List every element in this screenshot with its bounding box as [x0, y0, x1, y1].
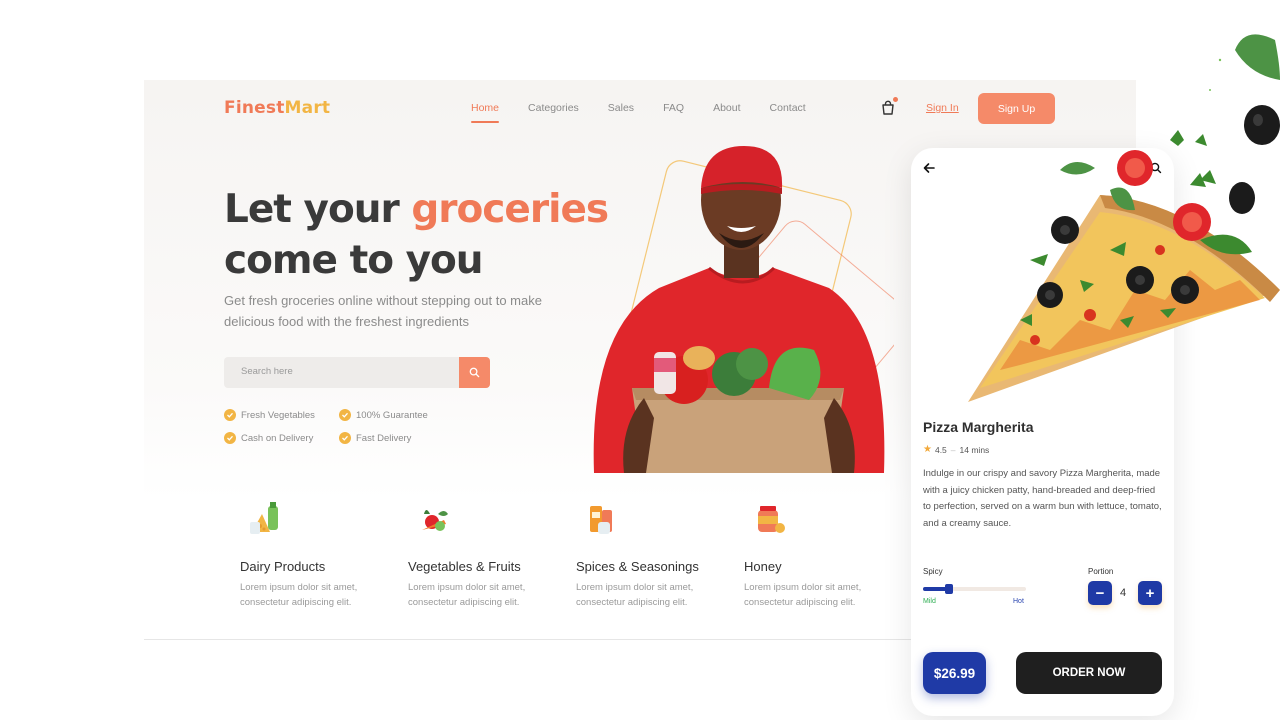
feature-fast-delivery: Fast Delivery [339, 432, 411, 444]
product-time: 14 mins [959, 444, 990, 455]
check-icon [339, 432, 351, 444]
order-now-button[interactable]: ORDER NOW [1016, 652, 1162, 694]
category-desc: Lorem ipsum dolor sit amet, consectetur … [408, 582, 526, 608]
sign-in-link[interactable]: Sign In [926, 102, 959, 114]
hero-title: Let your groceries come to you [224, 184, 609, 286]
nav-faq[interactable]: FAQ [663, 102, 684, 114]
category-title: Vegetables & Fruits [408, 559, 521, 574]
product-rating: 4.5 [934, 444, 947, 455]
category-title: Dairy Products [240, 559, 326, 574]
product-description: Indulge in our crispy and savory Pizza M… [923, 468, 1162, 529]
hero-title-part-1: Let your [224, 187, 412, 232]
back-arrow-icon[interactable] [923, 162, 935, 174]
spicy-label: Spicy [923, 567, 943, 576]
feature-label: Fast Delivery [356, 432, 412, 444]
feature-label: Fresh Vegetables [241, 409, 315, 421]
honey-icon [758, 506, 785, 533]
category-title: Spices & Seasonings [576, 559, 699, 574]
category-card-dairy[interactable]: Dairy Products Lorem ipsum dolor sit ame… [240, 500, 390, 610]
hero-subtitle: Get fresh groceries online without stepp… [224, 293, 542, 329]
star-icon: ★ [923, 444, 932, 455]
hero-title-line-2: come to you [224, 238, 484, 283]
feature-label: 100% Guarantee [356, 409, 428, 421]
category-desc: Lorem ipsum dolor sit amet, consectetur … [744, 582, 862, 608]
search-bar[interactable]: Search here [224, 357, 490, 388]
plus-icon: + [1145, 584, 1155, 602]
nav-categories[interactable]: Categories [528, 102, 579, 114]
dairy-icon [250, 502, 278, 534]
nav-about[interactable]: About [713, 102, 740, 114]
sign-up-button[interactable]: Sign Up [978, 93, 1055, 124]
vegetables-icon [422, 510, 448, 531]
feature-label: Cash on Delivery [241, 432, 314, 444]
spices-icon [590, 506, 612, 534]
hero-title-highlight: groceries [411, 187, 609, 232]
feature-fresh-vegetables: Fresh Vegetables [224, 409, 315, 421]
price-badge: $26.99 [923, 652, 986, 694]
category-desc: Lorem ipsum dolor sit amet, consectetur … [240, 582, 358, 608]
product-meta: ★ 4.5 – 14 mins [923, 444, 989, 455]
check-icon [339, 409, 351, 421]
meta-separator: – [950, 444, 956, 455]
brand-part-2: Mart [284, 98, 331, 118]
nav-home[interactable]: Home [471, 102, 500, 123]
spicy-slider-handle[interactable] [944, 584, 953, 594]
decrease-portion-button[interactable]: − [1088, 581, 1112, 605]
stage: FinestMart Home Categories Sales FAQ Abo… [0, 0, 1280, 720]
brand-part-1: Finest [224, 98, 285, 118]
spicy-min-label: Mild [923, 598, 936, 605]
product-name: Pizza Margherita [923, 419, 1034, 435]
minus-icon: − [1095, 584, 1105, 602]
feature-cash-on-delivery: Cash on Delivery [224, 432, 313, 444]
search-input[interactable]: Search here [241, 366, 293, 377]
nav-sales[interactable]: Sales [608, 102, 634, 114]
portion-label: Portion [1088, 567, 1114, 576]
check-icon [224, 432, 236, 444]
feature-guarantee: 100% Guarantee [339, 409, 428, 421]
hero-delivery-person-image [593, 146, 894, 473]
category-card-vegetables[interactable]: Vegetables & Fruits Lorem ipsum dolor si… [408, 500, 558, 610]
category-desc: Lorem ipsum dolor sit amet, consectetur … [576, 582, 694, 608]
spicy-slider[interactable] [923, 584, 1026, 594]
spicy-max-label: Hot [1013, 598, 1024, 605]
search-button[interactable] [459, 357, 490, 388]
cart-badge-dot [893, 97, 898, 102]
category-card-spices[interactable]: Spices & Seasonings Lorem ipsum dolor si… [576, 500, 726, 610]
search-icon [469, 367, 480, 378]
cart-icon[interactable] [880, 100, 896, 116]
category-card-honey[interactable]: Honey Lorem ipsum dolor sit amet, consec… [744, 500, 894, 610]
increase-portion-button[interactable]: + [1138, 581, 1162, 605]
portion-value: 4 [1120, 587, 1127, 599]
category-title: Honey [744, 559, 782, 574]
check-icon [224, 409, 236, 421]
brand-logo[interactable]: FinestMart [224, 98, 330, 118]
main-nav: Home Categories Sales FAQ About Contact [471, 102, 835, 123]
nav-contact[interactable]: Contact [770, 102, 806, 114]
floating-garnish-decoration [1170, 34, 1280, 214]
